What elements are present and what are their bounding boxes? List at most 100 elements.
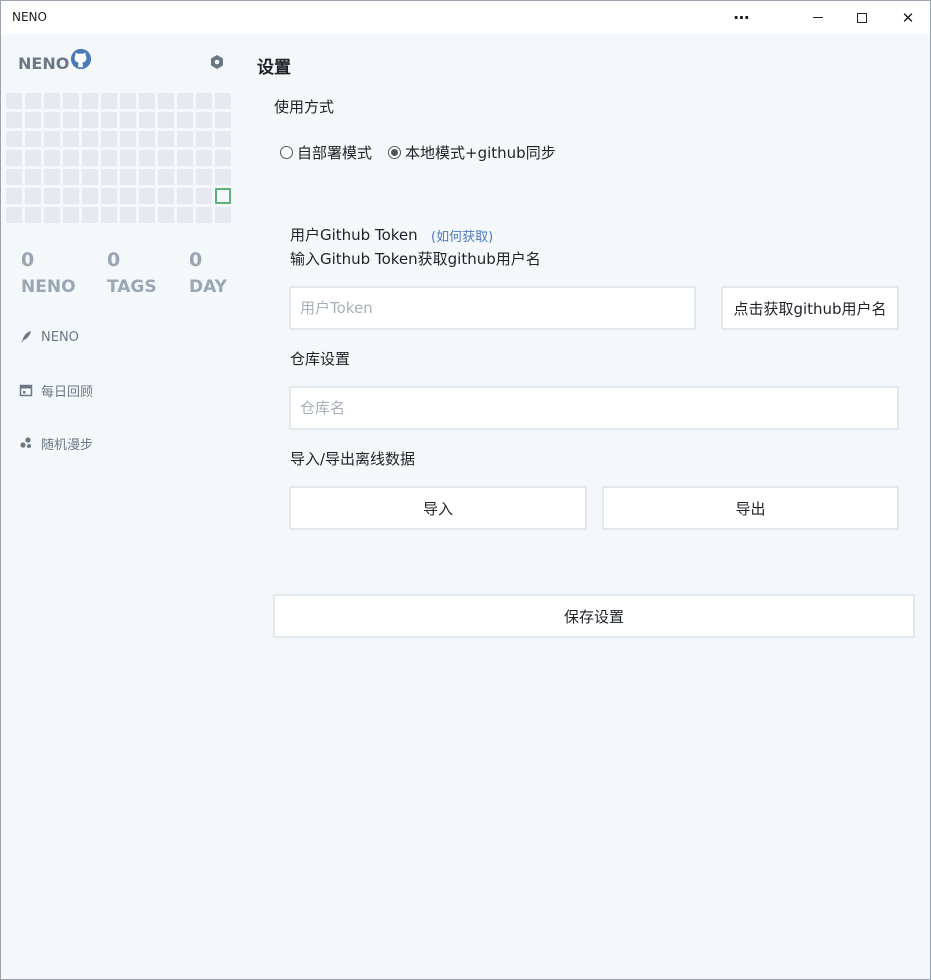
heatmap-cell[interactable] [44,169,60,185]
heatmap-cell[interactable] [196,93,212,109]
github-token-input[interactable] [289,286,696,330]
heatmap-cell[interactable] [6,112,22,128]
close-button[interactable]: ✕ [885,1,931,34]
heatmap-cell[interactable] [6,207,22,223]
heatmap-cell[interactable] [177,188,193,204]
heatmap-cell[interactable] [6,131,22,147]
heatmap-cell[interactable] [215,131,231,147]
heatmap-cell[interactable] [82,131,98,147]
heatmap-cell[interactable] [196,131,212,147]
heatmap-cell[interactable] [196,112,212,128]
heatmap-cell[interactable] [101,169,117,185]
heatmap-cell[interactable] [158,207,174,223]
heatmap-cell[interactable] [6,169,22,185]
radio-local-github-sync[interactable]: 本地模式+github同步 [388,142,556,163]
heatmap-cell[interactable] [101,188,117,204]
heatmap-cell[interactable] [63,93,79,109]
heatmap-cell[interactable] [63,188,79,204]
more-options-button[interactable]: ⋯ [719,1,765,34]
sidebar-item-neno[interactable]: NENO [19,326,79,348]
heatmap-cell[interactable] [158,150,174,166]
radio-indicator[interactable] [388,146,402,159]
heatmap-cell[interactable] [6,150,22,166]
import-button[interactable]: 导入 [289,486,587,530]
heatmap-cell[interactable] [44,93,60,109]
heatmap-cell[interactable] [215,150,231,166]
heatmap-cell[interactable] [82,169,98,185]
heatmap-cell[interactable] [25,93,41,109]
heatmap-cell[interactable] [196,207,212,223]
heatmap-cell[interactable] [177,207,193,223]
heatmap-cell[interactable] [177,112,193,128]
heatmap-cell[interactable] [139,207,155,223]
repo-name-input[interactable] [289,386,899,430]
how-to-get-token-link[interactable]: (如何获取) [431,226,493,245]
minimize-button[interactable] [795,1,841,34]
heatmap-cell[interactable] [44,207,60,223]
export-button[interactable]: 导出 [602,486,899,530]
heatmap-cell[interactable] [101,207,117,223]
heatmap-cell[interactable] [63,169,79,185]
sidebar-item-random-walk[interactable]: 随机漫步 [19,432,93,454]
heatmap-cell[interactable] [82,112,98,128]
heatmap-cell[interactable] [139,169,155,185]
heatmap-cell[interactable] [158,112,174,128]
radio-self-hosted[interactable]: 自部署模式 [280,142,372,163]
heatmap-cell[interactable] [82,207,98,223]
heatmap-cell[interactable] [158,188,174,204]
heatmap-cell[interactable] [120,207,136,223]
maximize-button[interactable] [839,1,885,34]
heatmap-cell[interactable] [177,150,193,166]
heatmap-cell[interactable] [82,93,98,109]
heatmap-cell[interactable] [158,93,174,109]
heatmap-cell[interactable] [158,169,174,185]
heatmap-cell[interactable] [63,131,79,147]
heatmap-cell[interactable] [139,188,155,204]
heatmap-cell[interactable] [6,93,22,109]
heatmap-cell[interactable] [101,93,117,109]
heatmap-cell[interactable] [25,112,41,128]
heatmap-cell[interactable] [139,112,155,128]
heatmap-cell[interactable] [25,169,41,185]
heatmap-cell[interactable] [215,112,231,128]
heatmap-cell[interactable] [120,188,136,204]
heatmap-cell[interactable] [63,150,79,166]
heatmap-cell[interactable] [158,131,174,147]
heatmap-cell[interactable] [196,188,212,204]
heatmap-cell[interactable] [25,207,41,223]
heatmap-cell[interactable] [120,150,136,166]
heatmap-cell[interactable] [25,188,41,204]
heatmap-cell-today[interactable] [215,188,231,204]
heatmap-cell[interactable] [139,131,155,147]
heatmap-cell[interactable] [196,169,212,185]
heatmap-cell[interactable] [177,131,193,147]
heatmap-cell[interactable] [177,169,193,185]
heatmap-cell[interactable] [215,169,231,185]
settings-hexagon-icon[interactable] [209,54,225,70]
heatmap-cell[interactable] [101,131,117,147]
save-settings-button[interactable]: 保存设置 [273,594,915,638]
heatmap-cell[interactable] [44,112,60,128]
heatmap-cell[interactable] [44,131,60,147]
heatmap-cell[interactable] [25,150,41,166]
heatmap-cell[interactable] [44,150,60,166]
heatmap-cell[interactable] [120,112,136,128]
sidebar-item-daily-review[interactable]: 每日回顾 [19,379,93,401]
heatmap-cell[interactable] [101,112,117,128]
heatmap-cell[interactable] [63,207,79,223]
heatmap-cell[interactable] [215,93,231,109]
heatmap-cell[interactable] [196,150,212,166]
heatmap-cell[interactable] [44,188,60,204]
heatmap-cell[interactable] [139,150,155,166]
radio-indicator[interactable] [280,146,293,159]
heatmap-cell[interactable] [139,93,155,109]
fetch-github-username-button[interactable]: 点击获取github用户名 [721,286,899,330]
heatmap-cell[interactable] [82,150,98,166]
heatmap-cell[interactable] [177,93,193,109]
heatmap-cell[interactable] [120,93,136,109]
heatmap-cell[interactable] [120,169,136,185]
heatmap-cell[interactable] [215,207,231,223]
heatmap-cell[interactable] [25,131,41,147]
github-icon[interactable] [70,48,92,70]
heatmap-cell[interactable] [82,188,98,204]
